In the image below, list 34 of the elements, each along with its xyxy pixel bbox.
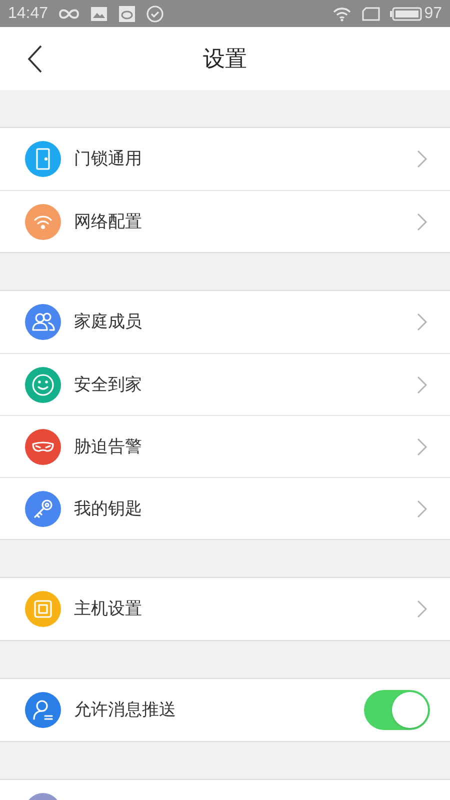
- settings-row[interactable]: 网络配置: [0, 190, 450, 252]
- settings-row[interactable]: 主机设置: [0, 578, 450, 640]
- row-label: 胁迫告警: [74, 436, 143, 458]
- wifi-icon: [332, 6, 352, 22]
- eye-icon: [118, 4, 136, 22]
- settings-row[interactable]: 胁迫告警: [0, 415, 450, 477]
- chevron-right-icon: [416, 149, 428, 169]
- row-label: 安全到家: [74, 374, 143, 396]
- infinity-icon: [58, 8, 80, 20]
- row-label: 主机设置: [74, 598, 143, 620]
- status-time: 14:47: [8, 4, 48, 24]
- row-label: 我的钥匙: [74, 498, 143, 520]
- settings-row[interactable]: 门锁通用: [0, 128, 450, 190]
- chevron-right-icon: [416, 498, 428, 518]
- chevron-right-icon: [416, 374, 428, 394]
- toggle-switch[interactable]: [364, 690, 430, 730]
- sim-card-icon: [362, 6, 380, 20]
- check-circle-icon: [146, 4, 164, 22]
- row-label: 家庭成员: [74, 311, 143, 334]
- chevron-right-icon: [416, 436, 428, 456]
- settings-row[interactable]: 安全到家: [0, 353, 450, 415]
- row-label: 门锁通用: [74, 148, 143, 170]
- battery-icon: [390, 6, 422, 20]
- row-label: 网络配置: [74, 210, 143, 233]
- settings-row[interactable]: 我的钥匙: [0, 477, 450, 539]
- chevron-right-icon: [416, 212, 428, 232]
- image-icon: [90, 6, 108, 22]
- row-label: 允许消息推送: [74, 699, 177, 722]
- chevron-right-icon: [416, 312, 428, 332]
- back-icon: [26, 44, 44, 74]
- battery-percent: 97: [424, 4, 442, 24]
- chevron-right-icon: [416, 599, 428, 619]
- page-title: 设置: [203, 45, 247, 73]
- settings-row[interactable]: 家庭成员: [0, 291, 450, 353]
